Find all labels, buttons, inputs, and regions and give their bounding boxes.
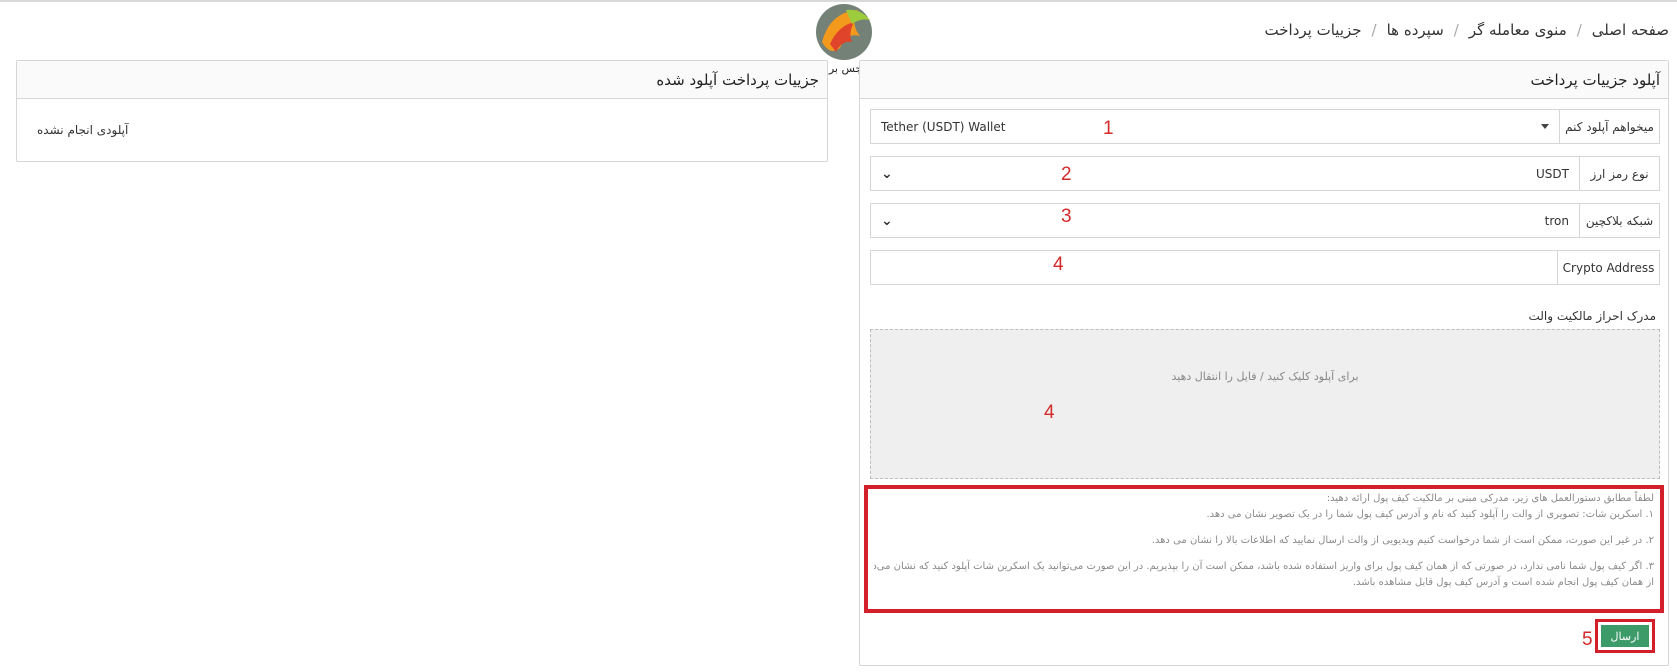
upload-type-label: میخواهم آپلود کنم: [1559, 110, 1659, 143]
uploaded-details-panel: جزییات پرداخت آپلود شده آپلودی انجام نشد…: [16, 60, 828, 162]
currency-select[interactable]: ⌄ 2 USDT: [871, 157, 1579, 190]
currency-row: نوع رمز ارز ⌄ 2 USDT: [870, 156, 1660, 191]
marker-3: 3: [1061, 206, 1072, 227]
breadcrumb-deposits[interactable]: سپرده ها: [1387, 21, 1444, 39]
breadcrumb-home[interactable]: صفحه اصلی: [1592, 21, 1669, 39]
file-dropzone[interactable]: برای آپلود کلیک کنید / فایل را انتقال ده…: [870, 329, 1660, 479]
upload-type-select[interactable]: Tether (USDT) Wallet 1: [871, 110, 1559, 143]
uploaded-details-body: آپلودی انجام نشده: [17, 99, 827, 161]
network-value: tron: [1544, 213, 1569, 228]
marker-1: 1: [1103, 118, 1114, 139]
marker-5: 5: [1582, 629, 1593, 650]
instructions-line-1: ۱. اسکرین شات: تصویری از والت را آپلود ک…: [1206, 509, 1654, 520]
crypto-address-input[interactable]: 4: [871, 251, 1557, 284]
currency-label: نوع رمز ارز: [1579, 157, 1659, 190]
instructions-line-4: از همان کیف پول انجام شده است و آدرس کیف…: [1352, 577, 1654, 588]
currency-value: USDT: [1536, 166, 1569, 181]
upload-details-title: آپلود جزییات پرداخت: [860, 61, 1668, 99]
marker-4: 4: [1053, 254, 1064, 275]
breadcrumb: صفحه اصلی / منوی معامله گر / سپرده ها / …: [1265, 18, 1669, 42]
breadcrumb-separator: /: [1576, 21, 1582, 39]
network-label: شبکه بلاکچین: [1579, 204, 1659, 237]
crypto-address-label: Crypto Address: [1557, 251, 1659, 284]
breadcrumb-trader-menu[interactable]: منوی معامله گر: [1469, 21, 1567, 39]
crypto-address-row: Crypto Address 4: [870, 250, 1660, 285]
submit-button[interactable]: ارسال: [1601, 625, 1649, 647]
marker-2: 2: [1061, 164, 1072, 185]
instructions-box: لطفاً مطابق دستورالعمل های زیر، مدرکی مب…: [864, 485, 1664, 613]
upload-details-panel: آپلود جزییات پرداخت میخواهم آپلود کنم Te…: [859, 60, 1669, 666]
breadcrumb-separator: /: [1453, 21, 1459, 39]
marker-4-dropzone: 4: [1044, 402, 1055, 423]
chevron-down-icon: ⌄: [881, 165, 893, 182]
caret-down-icon: [1541, 124, 1549, 129]
network-row: شبکه بلاکچین ⌄ 3 tron: [870, 203, 1660, 238]
instructions-intro: لطفاً مطابق دستورالعمل های زیر، مدرکی مب…: [1326, 493, 1654, 504]
instructions-line-3: ۳. اگر کیف پول شما نامی ندارد، در صورتی …: [874, 561, 1654, 572]
dropzone-text: برای آپلود کلیک کنید / فایل را انتقال ده…: [1171, 370, 1359, 383]
network-select[interactable]: ⌄ 3 tron: [871, 204, 1579, 237]
breadcrumb-current: جزییات پرداخت: [1264, 21, 1362, 39]
submit-highlight: ارسال: [1595, 619, 1655, 653]
upload-type-row: میخواهم آپلود کنم Tether (USDT) Wallet 1: [870, 109, 1660, 144]
wallet-proof-label: مدرک احراز مالکیت والت: [1528, 309, 1656, 323]
breadcrumb-separator: /: [1371, 21, 1377, 39]
instructions-line-2: ۲. در غیر این صورت، ممکن است از شما درخو…: [1151, 535, 1654, 546]
upload-type-value: Tether (USDT) Wallet: [881, 119, 1006, 134]
no-upload-text: آپلودی انجام نشده: [37, 123, 129, 137]
uploaded-details-title: جزییات پرداخت آپلود شده: [17, 61, 827, 99]
chevron-down-icon: ⌄: [881, 212, 893, 229]
